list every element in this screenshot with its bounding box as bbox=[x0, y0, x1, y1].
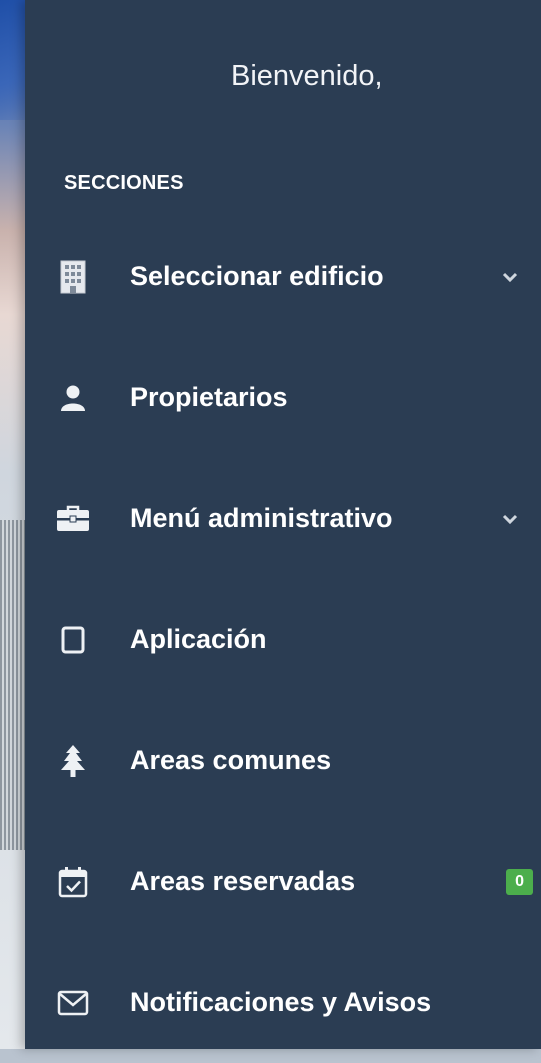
count-badge: 0 bbox=[506, 868, 533, 895]
sidebar-item-areas-reservadas[interactable]: Areas reservadas 0 bbox=[25, 821, 541, 942]
calendar-check-icon bbox=[53, 862, 93, 902]
sidebar-menu: Seleccionar edificio Propietarios Menú a… bbox=[25, 216, 541, 1063]
sidebar-item-label: Aplicación bbox=[130, 624, 267, 654]
square-icon bbox=[53, 620, 93, 660]
welcome-text: Bienvenido, bbox=[25, 60, 541, 93]
sidebar-item-label: Areas comunes bbox=[130, 745, 332, 775]
user-icon bbox=[53, 378, 93, 418]
sidebar-item-label: Areas reservadas bbox=[130, 866, 356, 896]
sidebar-item-label: Propietarios bbox=[130, 382, 288, 412]
welcome-label: Bienvenido, bbox=[231, 60, 383, 92]
sidebar-item-areas-comunes[interactable]: Areas comunes bbox=[25, 700, 541, 821]
sidebar-item-label: Menú administrativo bbox=[130, 503, 393, 533]
chevron-down-icon[interactable] bbox=[499, 266, 521, 288]
sidebar-item-notificaciones-y-avisos[interactable]: Notificaciones y Avisos bbox=[25, 942, 541, 1063]
envelope-icon bbox=[53, 983, 93, 1023]
building-icon bbox=[53, 257, 93, 297]
sidebar-item-seleccionar-edificio[interactable]: Seleccionar edificio bbox=[25, 216, 541, 337]
briefcase-icon bbox=[53, 499, 93, 539]
chevron-down-icon[interactable] bbox=[499, 508, 521, 530]
tree-icon bbox=[53, 741, 93, 781]
sidebar-item-propietarios[interactable]: Propietarios bbox=[25, 337, 541, 458]
sidebar-item-aplicacion[interactable]: Aplicación bbox=[25, 579, 541, 700]
sidebar-item-label: Seleccionar edificio bbox=[130, 261, 384, 291]
sidebar-item-label: Notificaciones y Avisos bbox=[130, 987, 432, 1017]
section-header: SECCIONES bbox=[64, 172, 184, 194]
sidebar-item-menu-administrativo[interactable]: Menú administrativo bbox=[25, 458, 541, 579]
sidebar: Bienvenido, SECCIONES Seleccionar edific… bbox=[25, 0, 541, 1049]
